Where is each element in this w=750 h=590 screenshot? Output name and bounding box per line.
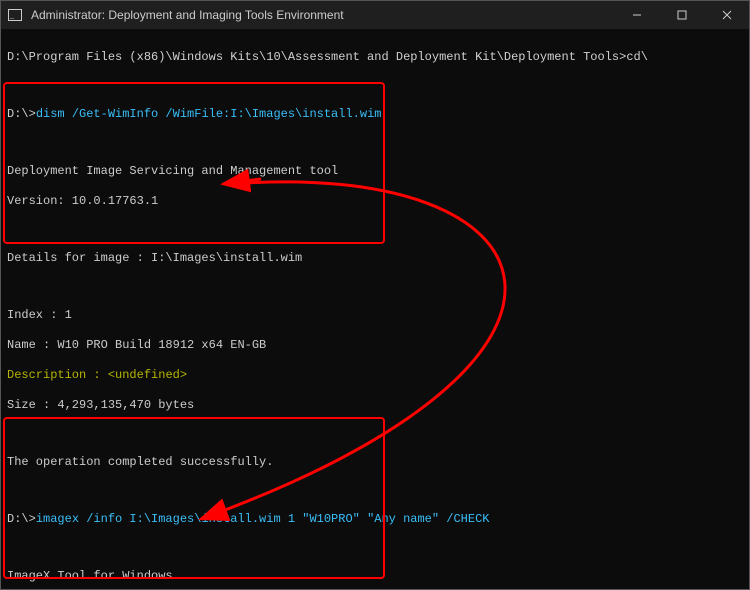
term-line: The operation completed successfully.: [7, 455, 743, 470]
cmd-text: cd\: [626, 50, 648, 64]
minimize-button[interactable]: [614, 1, 659, 29]
term-line: ImageX Tool for Windows: [7, 569, 743, 584]
terminal-content[interactable]: D:\Program Files (x86)\Windows Kits\10\A…: [1, 29, 749, 589]
terminal-window: _ Administrator: Deployment and Imaging …: [0, 0, 750, 590]
prompt: D:\Program Files (x86)\Windows Kits\10\A…: [7, 50, 626, 64]
prompt: D:\>: [7, 107, 36, 121]
term-line: D:\>imagex /info I:\Images\install.wim 1…: [7, 512, 743, 527]
term-line: Version: 10.0.17763.1: [7, 194, 743, 209]
svg-text:_: _: [9, 11, 15, 20]
annotation-box-2: [3, 417, 385, 579]
term-line: Index : 1: [7, 308, 743, 323]
term-line: D:\Program Files (x86)\Windows Kits\10\A…: [7, 50, 743, 65]
term-line: Details for image : I:\Images\install.wi…: [7, 251, 743, 266]
term-line: Size : 4,293,135,470 bytes: [7, 398, 743, 413]
window-icon: _: [1, 9, 29, 21]
term-line: D:\>dism /Get-WimInfo /WimFile:I:\Images…: [7, 107, 743, 122]
prompt: D:\>: [7, 512, 36, 526]
cmd-text: imagex /info I:\Images\install.wim 1 "W1…: [36, 512, 490, 526]
titlebar[interactable]: _ Administrator: Deployment and Imaging …: [1, 1, 749, 29]
term-line: Deployment Image Servicing and Managemen…: [7, 164, 743, 179]
desc-value: <undefined>: [108, 368, 187, 382]
term-line: Name : W10 PRO Build 18912 x64 EN-GB: [7, 338, 743, 353]
description-line: Description : <undefined>: [7, 368, 743, 383]
desc-label: Description :: [7, 368, 108, 382]
close-button[interactable]: [704, 1, 749, 29]
window-title: Administrator: Deployment and Imaging To…: [29, 8, 614, 22]
maximize-button[interactable]: [659, 1, 704, 29]
cmd-text: dism /Get-WimInfo /WimFile:I:\Images\ins…: [36, 107, 382, 121]
